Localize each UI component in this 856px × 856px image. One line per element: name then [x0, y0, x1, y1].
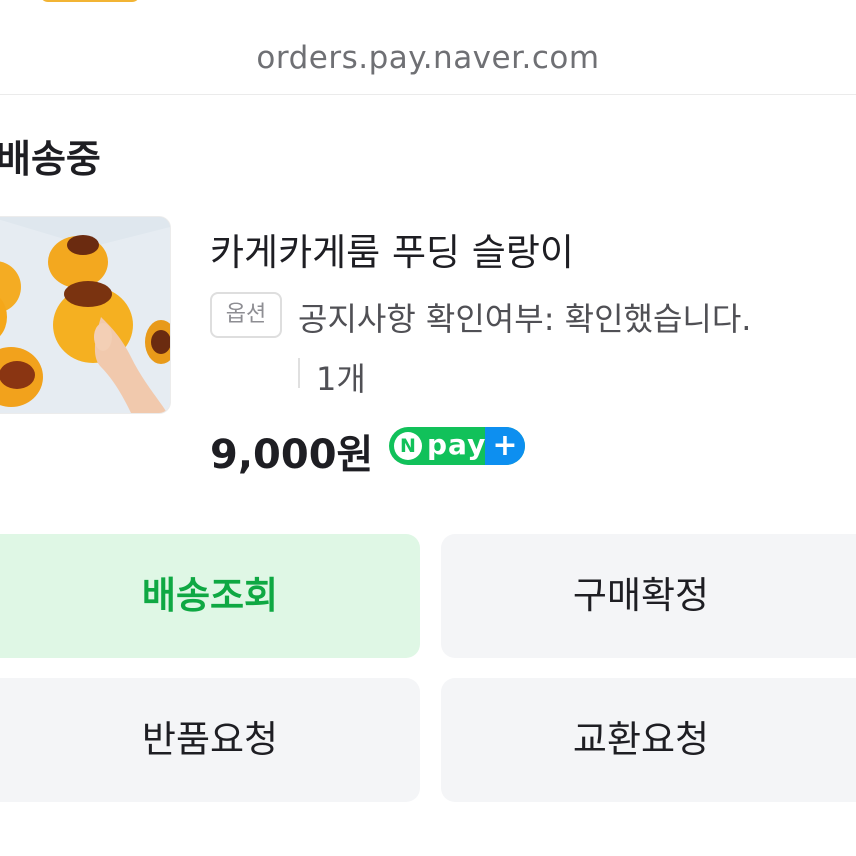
order-status: 배송중 — [0, 137, 101, 181]
browser-url-bar[interactable]: orders.pay.naver.com — [0, 0, 856, 95]
track-delivery-button[interactable]: 배송조회 — [0, 534, 420, 658]
confirm-purchase-button[interactable]: 구매확정 — [441, 534, 856, 658]
npay-plus-badge: N pay + — [389, 427, 525, 465]
request-return-label: 반품요청 — [141, 718, 279, 761]
npay-text: pay — [427, 428, 487, 461]
quantity: 1개 — [316, 360, 366, 398]
option-label-chip: 옵션 — [210, 292, 282, 338]
npay-n-icon: N — [394, 432, 422, 460]
request-exchange-button[interactable]: 교환요청 — [441, 678, 856, 802]
option-value: 공지사항 확인여부: 확인했습니다. — [298, 300, 752, 338]
plus-icon: + — [485, 427, 525, 465]
price: 9,000원 — [210, 432, 374, 478]
url-text[interactable]: orders.pay.naver.com — [0, 40, 856, 76]
quantity-divider — [298, 358, 300, 388]
track-delivery-label: 배송조회 — [141, 574, 279, 617]
confirm-purchase-label: 구매확정 — [572, 574, 710, 617]
product-name[interactable]: 카게카게룸 푸딩 슬랑이 — [210, 222, 574, 276]
request-exchange-label: 교환요청 — [572, 718, 710, 761]
product-photo-image — [0, 217, 170, 413]
request-return-button[interactable]: 반품요청 — [0, 678, 420, 802]
product-thumbnail[interactable] — [0, 216, 171, 414]
